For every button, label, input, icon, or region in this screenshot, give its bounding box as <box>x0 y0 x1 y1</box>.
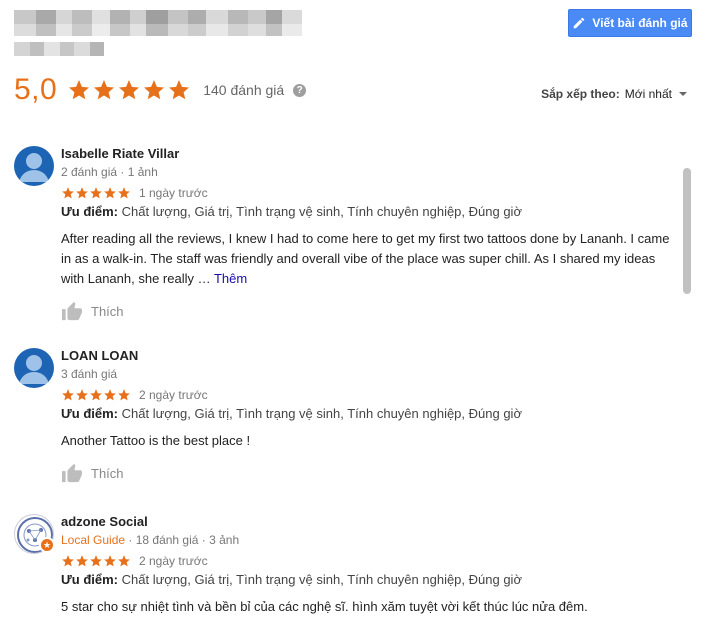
pros-text: Chất lượng, Giá trị, Tình trạng vệ sinh,… <box>121 406 522 421</box>
review-pros: Ưu điểm: Chất lượng, Giá trị, Tình trạng… <box>61 405 671 423</box>
pros-label: Ưu điểm: <box>61 406 119 421</box>
star-icon <box>119 80 140 100</box>
review-stars <box>61 388 131 402</box>
star-icon <box>76 555 88 567</box>
reviewer-meta: 3 đánh giá <box>61 367 118 381</box>
write-review-label: Viết bài đánh giá <box>592 16 688 30</box>
pros-text: Chất lượng, Giá trị, Tình trạng vệ sinh,… <box>121 572 522 587</box>
like-label: Thích <box>91 303 124 319</box>
write-review-button[interactable]: Viết bài đánh giá <box>568 9 692 37</box>
blurred-business-subtitle <box>14 42 104 56</box>
average-stars <box>67 78 191 102</box>
thumbs-up-icon <box>62 463 82 483</box>
star-icon <box>118 187 130 199</box>
review-pros: Ưu điểm: Chất lượng, Giá trị, Tình trạng… <box>61 571 671 589</box>
review-text: 5 star cho sự nhiệt tình và bền bỉ của c… <box>61 599 588 614</box>
star-icon <box>118 555 130 567</box>
reviewer-name[interactable]: LOAN LOAN <box>61 348 671 364</box>
blurred-business-name <box>14 10 302 24</box>
like-button[interactable]: Thích <box>61 301 671 321</box>
review-text: Another Tattoo is the best place ! <box>61 433 251 448</box>
star-icon <box>104 555 116 567</box>
avatar[interactable] <box>14 348 54 388</box>
sort-dropdown[interactable]: Sắp xếp theo: Mới nhất <box>541 87 687 101</box>
star-icon <box>76 389 88 401</box>
review-time: 1 ngày trước <box>139 186 208 200</box>
review-stars <box>61 186 131 200</box>
local-guide-badge-icon: ★ <box>39 537 55 553</box>
star-icon <box>169 80 190 100</box>
scrollbar-thumb[interactable] <box>683 168 691 294</box>
sort-label: Sắp xếp theo: <box>541 87 620 101</box>
star-icon <box>90 389 102 401</box>
pros-label: Ưu điểm: <box>61 572 119 587</box>
review-text: After reading all the reviews, I knew I … <box>61 229 671 289</box>
review-pros: Ưu điểm: Chất lượng, Giá trị, Tình trạng… <box>61 203 671 221</box>
star-icon <box>62 187 74 199</box>
star-icon <box>144 80 165 100</box>
star-icon <box>94 80 115 100</box>
star-icon <box>69 80 90 100</box>
reviewer-name[interactable]: adzone Social <box>61 514 671 530</box>
more-link[interactable]: Thêm <box>214 271 247 286</box>
blurred-business-name-2 <box>14 24 302 36</box>
thumbs-up-icon <box>62 301 82 321</box>
pencil-icon <box>574 17 585 29</box>
reviewer-meta: 2 đánh giá · 1 ảnh <box>61 165 158 179</box>
star-icon <box>104 187 116 199</box>
star-icon <box>104 389 116 401</box>
star-icon <box>90 187 102 199</box>
person-icon <box>19 153 49 182</box>
rating-summary: 5,0 140 đánh giá ? <box>14 73 307 106</box>
pros-text: Chất lượng, Giá trị, Tình trạng vệ sinh,… <box>121 204 522 219</box>
reviewer-meta-text: · 18 đánh giá · 3 ảnh <box>128 533 240 547</box>
pros-label: Ưu điểm: <box>61 204 119 219</box>
star-icon <box>90 555 102 567</box>
avatar[interactable] <box>14 146 54 186</box>
review-text-body: After reading all the reviews, I knew I … <box>61 231 670 286</box>
star-icon <box>118 389 130 401</box>
reviewer-name[interactable]: Isabelle Riate Villar <box>61 146 671 162</box>
help-icon[interactable]: ? <box>293 83 307 97</box>
sort-value: Mới nhất <box>624 87 672 101</box>
average-score: 5,0 <box>14 73 58 106</box>
star-icon <box>76 187 88 199</box>
star-icon <box>62 389 74 401</box>
person-icon <box>19 355 49 384</box>
caret-down-icon <box>679 92 687 96</box>
review-stars <box>61 554 131 568</box>
local-guide-label[interactable]: Local Guide <box>61 533 125 547</box>
star-icon <box>62 555 74 567</box>
like-button[interactable]: Thích <box>61 463 671 483</box>
review-time: 2 ngày trước <box>139 554 208 568</box>
reviewer-meta: Local Guide · 18 đánh giá · 3 ảnh <box>61 531 671 549</box>
review-time: 2 ngày trước <box>139 388 208 402</box>
review-count[interactable]: 140 đánh giá <box>203 82 284 98</box>
like-label: Thích <box>91 465 124 481</box>
